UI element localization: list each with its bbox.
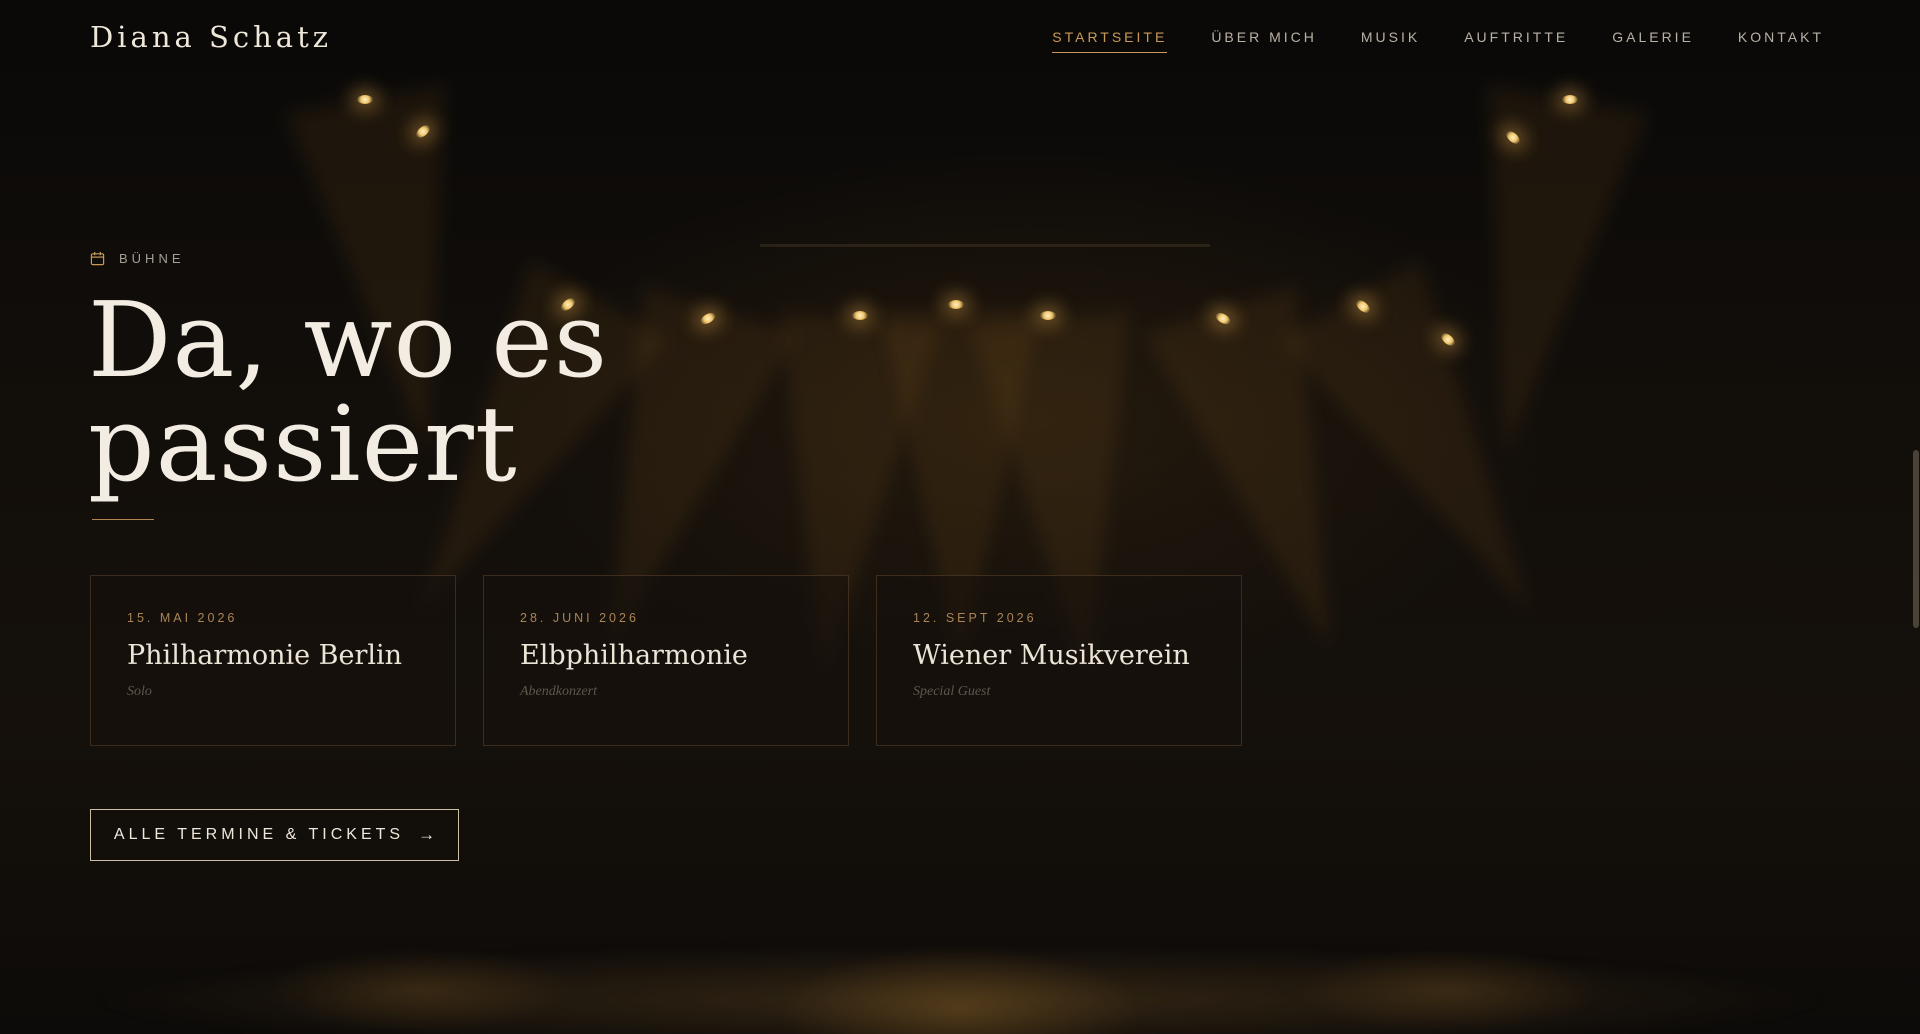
event-type: Special Guest: [913, 684, 991, 699]
event-venue: Elbphilharmonie: [520, 640, 748, 671]
nav-item-musik[interactable]: MUSIK: [1361, 21, 1420, 53]
calendar-icon: [90, 251, 105, 266]
stage-lamp: [413, 122, 433, 141]
stage-lamp: [1438, 330, 1458, 349]
headline-line-1: Da, wo es: [88, 279, 609, 401]
event-cards: 15. MAI 2026 Philharmonie Berlin Solo 28…: [90, 575, 1242, 746]
event-card[interactable]: 28. JUNI 2026 Elbphilharmonie Abendkonze…: [483, 575, 849, 746]
scrollbar-thumb[interactable]: [1913, 450, 1919, 628]
nav-item-galerie[interactable]: GALERIE: [1612, 21, 1694, 53]
lighting-truss: [760, 244, 1210, 247]
stage-lamp: [1040, 311, 1056, 320]
event-card[interactable]: 12. SEPT 2026 Wiener Musikverein Special…: [876, 575, 1242, 746]
event-date: 28. JUNI 2026: [520, 611, 639, 625]
nav-item-auftritte[interactable]: AUFTRITTE: [1464, 21, 1568, 53]
section-eyebrow: BÜHNE: [90, 251, 185, 266]
hero-headline: Da, wo es passiert: [88, 288, 788, 496]
headline-line-2: passiert: [88, 383, 518, 505]
eyebrow-label: BÜHNE: [119, 251, 185, 266]
all-dates-tickets-button[interactable]: ALLE TERMINE & TICKETS →: [90, 809, 459, 861]
nav-item-startseite[interactable]: STARTSEITE: [1052, 21, 1168, 53]
hero-stage: Diana Schatz STARTSEITE ÜBER MICH MUSIK …: [0, 0, 1920, 1034]
brand-logo[interactable]: Diana Schatz: [90, 20, 332, 54]
stage-lamp: [357, 95, 373, 104]
event-venue: Philharmonie Berlin: [127, 640, 403, 671]
event-type: Solo: [127, 684, 152, 699]
event-venue: Wiener Musikverein: [913, 640, 1190, 671]
arrow-right-icon: →: [418, 825, 436, 844]
light-beam: [1426, 86, 1647, 469]
stage-floor-glow: [80, 945, 1840, 1034]
light-beam: [1280, 260, 1600, 652]
site-header: Diana Schatz STARTSEITE ÜBER MICH MUSIK …: [0, 0, 1920, 74]
stage-lamp: [1353, 297, 1373, 316]
stage-lamp: [1213, 310, 1233, 327]
event-date: 12. SEPT 2026: [913, 611, 1037, 625]
main-nav: STARTSEITE ÜBER MICH MUSIK AUFTRITTE GAL…: [1052, 21, 1824, 53]
page-scrollbar[interactable]: [1912, 0, 1920, 1034]
stage-lamp: [948, 300, 964, 309]
stage-lamp: [852, 311, 868, 320]
stage-lamp: [1562, 95, 1578, 104]
cta-label: ALLE TERMINE & TICKETS: [113, 826, 405, 843]
event-card[interactable]: 15. MAI 2026 Philharmonie Berlin Solo: [90, 575, 456, 746]
stage-lamp: [1503, 128, 1523, 147]
event-date: 15. MAI 2026: [127, 611, 238, 625]
event-type: Abendkonzert: [520, 684, 597, 699]
nav-item-ueber-mich[interactable]: ÜBER MICH: [1211, 21, 1317, 53]
nav-item-kontakt[interactable]: KONTAKT: [1738, 21, 1824, 53]
headline-divider: [92, 519, 154, 520]
